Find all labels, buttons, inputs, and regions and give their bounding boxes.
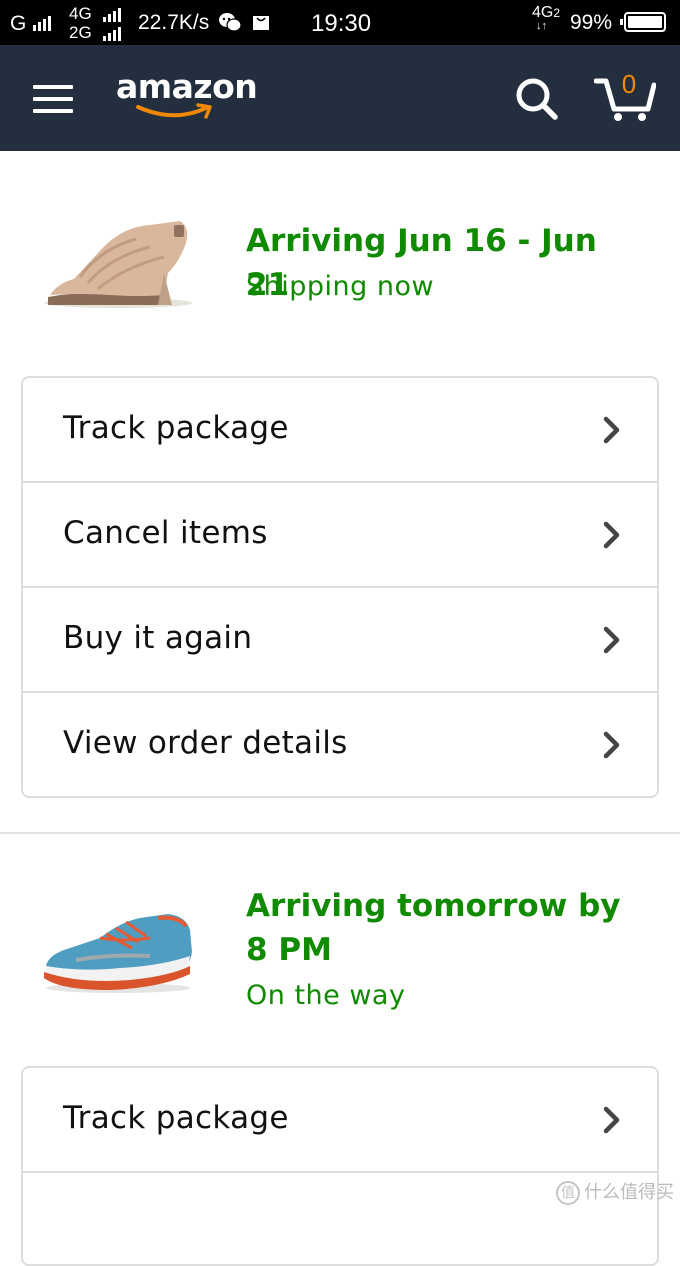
cancel-items-button[interactable]: Cancel items — [23, 483, 657, 588]
network-type-right: 4G2 ↓↑ — [532, 4, 561, 32]
network-type: 4G 2G — [69, 4, 92, 42]
signal-icon-sim1 — [103, 8, 121, 22]
menu-icon[interactable] — [33, 85, 73, 113]
battery-percent: 99% — [570, 11, 613, 34]
smile-arrow-icon — [136, 103, 212, 119]
battery-icon — [620, 12, 666, 32]
section-divider — [0, 832, 680, 834]
order-actions: Track package Cancel items Buy it again … — [21, 376, 659, 798]
track-package-button[interactable]: Track package — [23, 378, 657, 483]
arrival-date: Arriving tomorrow by 8 PM — [246, 888, 621, 968]
shopping-bag-icon — [253, 16, 269, 30]
view-order-details-button[interactable]: View order details — [23, 693, 657, 796]
status-bar: G 4G 2G 22.7K/s 19:30 4G2 ↓↑ 99% — [0, 0, 680, 45]
shipping-status: On the way — [246, 980, 406, 1011]
cart-button[interactable]: 0 — [594, 69, 656, 123]
watermark: 值什么值得买 — [556, 1178, 674, 1205]
track-package-button[interactable]: Track package — [23, 1068, 657, 1173]
amazon-logo[interactable]: amazon — [116, 67, 258, 123]
carrier-label: G — [10, 12, 27, 35]
buy-it-again-button[interactable]: Buy it again — [23, 588, 657, 693]
data-arrows-icon: ↓↑ — [536, 20, 547, 32]
sandal-thumbnail[interactable] — [40, 213, 194, 309]
sneaker-thumbnail[interactable] — [40, 908, 194, 994]
top-navigation: amazon 0 — [0, 45, 680, 151]
shipping-status: Shipping now — [246, 271, 435, 302]
chevron-right-icon — [603, 521, 620, 549]
signal-icon-sim2 — [103, 27, 121, 41]
chevron-right-icon — [603, 1106, 620, 1134]
chevron-right-icon — [603, 416, 620, 444]
signal-icon — [33, 16, 51, 31]
wechat-icon — [219, 13, 242, 32]
chevron-right-icon — [603, 626, 620, 654]
clock: 19:30 — [311, 10, 372, 37]
search-icon[interactable] — [514, 76, 560, 122]
order-actions: Track package — [21, 1066, 659, 1266]
chevron-right-icon — [603, 731, 620, 759]
watermark-logo-icon: 值 — [556, 1181, 580, 1205]
network-speed: 22.7K/s — [138, 11, 210, 34]
cart-count: 0 — [621, 69, 637, 99]
